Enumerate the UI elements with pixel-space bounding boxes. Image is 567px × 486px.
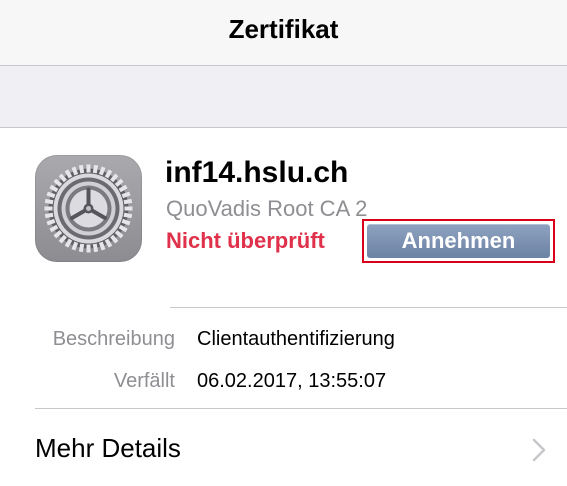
settings-gear-icon <box>35 155 142 262</box>
chevron-right-icon[interactable] <box>532 438 546 467</box>
description-value: Clientauthentifizierung <box>197 328 395 350</box>
gear-tooth <box>44 206 53 211</box>
accept-button[interactable]: Annehmen <box>362 219 555 263</box>
gear-tooth <box>124 206 133 211</box>
divider <box>35 408 567 409</box>
expires-label: Verfällt <box>113 370 175 392</box>
gear-tooth <box>86 244 91 253</box>
page-title: Zertifikat <box>228 14 339 44</box>
gear-tooth <box>86 164 91 173</box>
nav-bar: Zertifikat <box>0 0 567 66</box>
accept-button-label: Annehmen <box>367 224 550 258</box>
section-spacer <box>0 66 567 128</box>
verification-status: Nicht überprüft <box>166 228 325 253</box>
certificate-name: inf14.hslu.ch <box>165 156 349 189</box>
certificate-issuer: QuoVadis Root CA 2 <box>166 196 368 221</box>
divider <box>170 307 567 308</box>
description-label: Beschreibung <box>52 328 175 350</box>
more-details-link[interactable]: Mehr Details <box>35 433 181 464</box>
expires-value: 06.02.2017, 13:55:07 <box>197 370 387 392</box>
